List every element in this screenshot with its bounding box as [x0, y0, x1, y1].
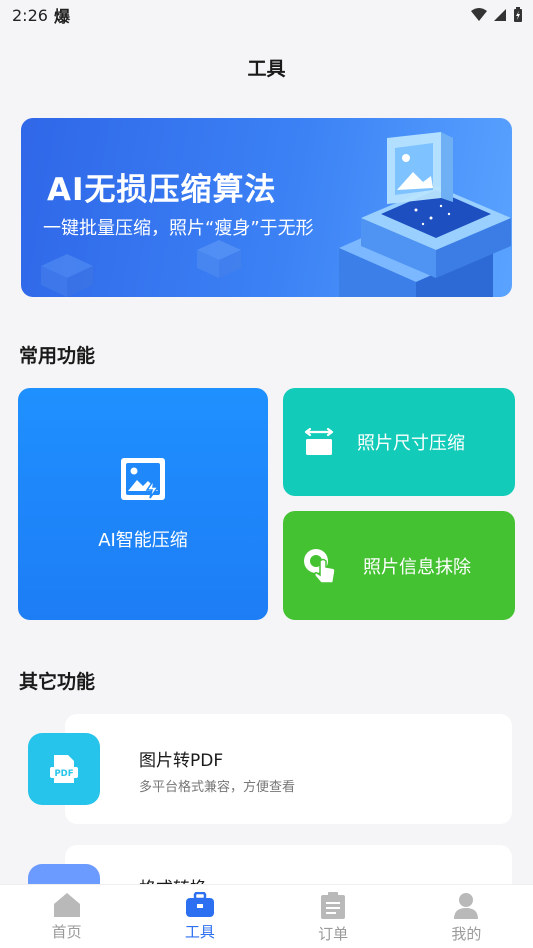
touch-erase-icon [304, 548, 336, 584]
tab-tools[interactable]: 工具 [133, 885, 266, 948]
pdf-icon: PDF [28, 733, 100, 805]
toolbox-icon [185, 892, 214, 917]
tab-tools-label: 工具 [184, 923, 215, 941]
list-item-image-to-pdf[interactable]: 图片转PDF 多平台格式兼容，方便查看 [65, 714, 512, 824]
photo-erase-label: 照片信息抹除 [363, 556, 471, 578]
tab-home-label: 首页 [51, 923, 82, 941]
list-item-title: 图片转PDF [139, 751, 224, 771]
status-indicator: 爆 [53, 7, 70, 26]
section-title-other: 其它功能 [19, 671, 96, 693]
user-icon [454, 893, 479, 919]
resize-icon [304, 427, 334, 455]
tab-home[interactable]: 首页 [0, 885, 133, 948]
wifi-icon [471, 8, 487, 21]
section-title-common: 常用功能 [19, 345, 96, 367]
signal-icon [494, 9, 506, 21]
photo-erase-card[interactable]: 照片信息抹除 [283, 511, 515, 620]
photo-resize-label: 照片尺寸压缩 [357, 433, 465, 454]
clipboard-icon [321, 892, 346, 919]
photo-resize-card[interactable]: 照片尺寸压缩 [283, 388, 515, 496]
promo-banner[interactable]: AI无损压缩算法 一键批量压缩，照片“瘦身”于无形 [21, 118, 512, 297]
list-item-desc: 多平台格式兼容，方便查看 [139, 780, 296, 795]
tab-orders[interactable]: 订单 [267, 885, 400, 948]
tab-profile[interactable]: 我的 [400, 885, 533, 948]
status-bar: 2:26 爆 [0, 0, 533, 30]
bottom-tab-bar: 首页 工具 订单 我的 [0, 884, 533, 948]
banner-subtitle: 一键批量压缩，照片“瘦身”于无形 [43, 218, 314, 239]
page-title: 工具 [247, 58, 286, 80]
ai-compress-label: AI智能压缩 [98, 530, 188, 551]
home-icon [53, 893, 80, 917]
ai-compress-card[interactable]: AI智能压缩 [18, 388, 268, 620]
image-bolt-icon [121, 458, 165, 500]
banner-title: AI无损压缩算法 [47, 172, 277, 208]
battery-icon [514, 7, 522, 22]
status-time: 2:26 [12, 5, 48, 25]
tab-profile-label: 我的 [451, 925, 482, 943]
tab-orders-label: 订单 [318, 925, 349, 943]
svg-text:PDF: PDF [54, 769, 73, 779]
